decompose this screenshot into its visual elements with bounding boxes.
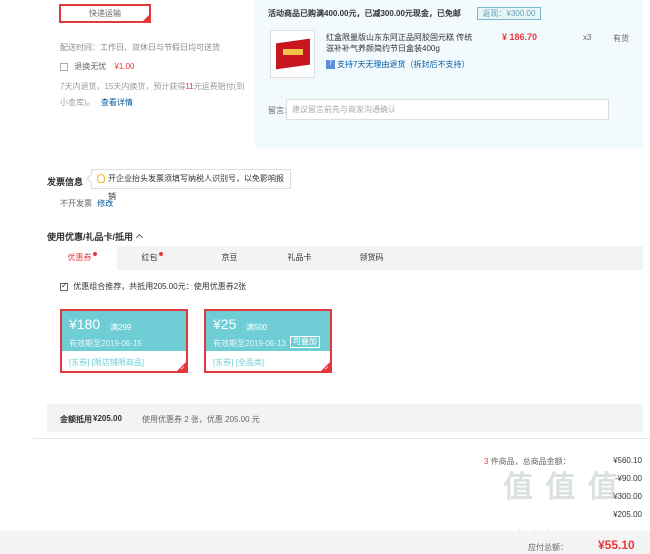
stackable-badge: 可叠加	[290, 336, 320, 348]
tip-arrow	[86, 173, 97, 184]
tab-coupons-label: 优惠券	[67, 253, 92, 262]
payable-label: 应付总额：	[528, 543, 568, 552]
lightbulb-icon	[97, 174, 105, 183]
invoice-value: 不开发票 修改	[60, 198, 113, 209]
shipping-method-button[interactable]: 快递运输	[59, 4, 151, 23]
payable-bar: 应付总额： ¥55.10	[0, 531, 650, 554]
chevron-up-icon	[135, 233, 144, 242]
coupon-tabs: 优惠券 红包 京豆 礼品卡 领货码	[47, 246, 643, 270]
product-quantity: x3	[583, 33, 592, 42]
tab-gift-card[interactable]: 礼品卡	[267, 246, 332, 270]
tab-redeem-code[interactable]: 领货码	[339, 246, 404, 270]
deduction-bar: 金额抵用 ¥205.00 使用优惠券 2 张，优惠 205.00 元	[47, 404, 643, 432]
coupon-amount: ¥180	[69, 316, 101, 332]
return-policy: 7 支持7天无理由退货（拆封后不支持）	[326, 59, 469, 70]
watermark: 值 值 值 zhizhizhi.com	[503, 462, 650, 542]
tab-red-packet[interactable]: 红包	[117, 246, 187, 270]
combo-checkbox[interactable]	[60, 281, 68, 291]
return-policy-icon: 7	[326, 60, 335, 70]
insurance-checkbox[interactable]	[60, 62, 68, 71]
cashback-badge: 返现：¥300.00	[477, 7, 541, 20]
coupon-section-title: 使用优惠/礼品卡/抵用	[47, 232, 134, 242]
invoice-edit-link[interactable]: 修改	[97, 199, 113, 208]
coupon-header: ¥180 满299 有效期至2019-06-15	[62, 311, 186, 351]
tab-red-packet-label: 红包	[141, 253, 158, 262]
product-label-graphic	[283, 49, 303, 55]
check-icon: ✓	[323, 366, 329, 372]
promo-text: 活动商品已购满400.00元，已减300.00元现金，已免邮	[268, 9, 461, 18]
deduction-amount: ¥205.00	[93, 414, 122, 423]
coupon-scope: [东券] [限店铺限商品]	[69, 358, 145, 367]
invoice-value-text: 不开发票	[60, 199, 92, 208]
shipping-method-label: 快递运输	[89, 9, 121, 18]
goods-count: 3	[484, 457, 489, 466]
divider	[33, 438, 650, 439]
insurance-price: ¥1.00	[114, 62, 135, 71]
message-input[interactable]: 建议留言前先与商家沟通确认	[286, 99, 609, 120]
combo-recommendation: 优惠组合推荐，共抵用205.00元：使用优惠券2张	[60, 281, 246, 292]
coupon-card[interactable]: ¥25 满500 有效期至2019-06-13 可叠加 [东券] [全品类] ✓	[204, 309, 332, 373]
deduction-desc: 使用优惠券 2 张，优惠 205.00 元	[142, 415, 260, 424]
watermark-logo: 值 值 值	[503, 471, 620, 504]
coupon-condition: 满500	[246, 323, 268, 332]
invoice-section-title: 发票信息	[47, 177, 84, 187]
coupon-expiry: 有效期至2019-06-13	[213, 339, 286, 348]
coupon-header: ¥25 满500 有效期至2019-06-13 可叠加	[206, 311, 330, 351]
tab-coupons[interactable]: 优惠券	[47, 246, 117, 270]
delivery-time-text: 配送时间：工作日、双休日与节假日均可送货	[60, 43, 220, 52]
product-price: ¥ 186.70	[502, 32, 538, 42]
payable-amount: ¥55.10	[598, 538, 635, 552]
coupon-section-toggle[interactable]: 使用优惠/礼品卡/抵用	[47, 230, 144, 243]
insurance-row: 退换无忧 ¥1.00	[60, 61, 135, 72]
check-icon: ✓	[179, 366, 185, 372]
coupon-scope: [东券] [全品类]	[213, 358, 265, 367]
product-image[interactable]	[270, 30, 315, 78]
selected-corner-icon	[142, 14, 150, 22]
insurance-label: 退换无忧	[74, 62, 107, 71]
insurance-note: 7天内退货，15天内换货，预计获得11元运费赔付(到小金库)。 查看详情	[60, 79, 250, 111]
invoice-tip: 开企业抬头发票须填写纳税人识别号，以免影响报销	[86, 169, 291, 201]
tab-jd-beans[interactable]: 京豆	[197, 246, 262, 270]
insurance-details-link[interactable]: 查看详情	[101, 98, 133, 107]
new-dot-icon	[92, 252, 97, 256]
coupon-amount: ¥25	[213, 316, 237, 332]
insurance-note-num: 11	[185, 82, 194, 91]
insurance-note-pre: 7天内退货，15天内换货，预计获得	[60, 82, 186, 91]
product-stock-status: 有货	[613, 34, 629, 43]
deduction-label: 金额抵用	[60, 415, 92, 424]
coupon-expiry: 有效期至2019-06-15	[69, 339, 142, 348]
coupon-condition: 满299	[110, 323, 132, 332]
return-policy-text: 支持7天无理由退货（拆封后不支持）	[337, 60, 470, 69]
combo-text: 优惠组合推荐，共抵用205.00元：使用优惠券2张	[73, 282, 247, 291]
product-name-link[interactable]: 红盒限量版山东东阿正品阿胶固元糕 传统滋补补气养颜简约节日盒装400g	[326, 32, 474, 54]
coupon-card[interactable]: ¥180 满299 有效期至2019-06-15 [东券] [限店铺限商品] ✓	[60, 309, 188, 373]
new-dot-icon	[158, 252, 163, 256]
invoice-tip-text: 开企业抬头发票须填写纳税人识别号，以免影响报销	[108, 174, 284, 201]
message-label: 留言:	[268, 106, 287, 115]
